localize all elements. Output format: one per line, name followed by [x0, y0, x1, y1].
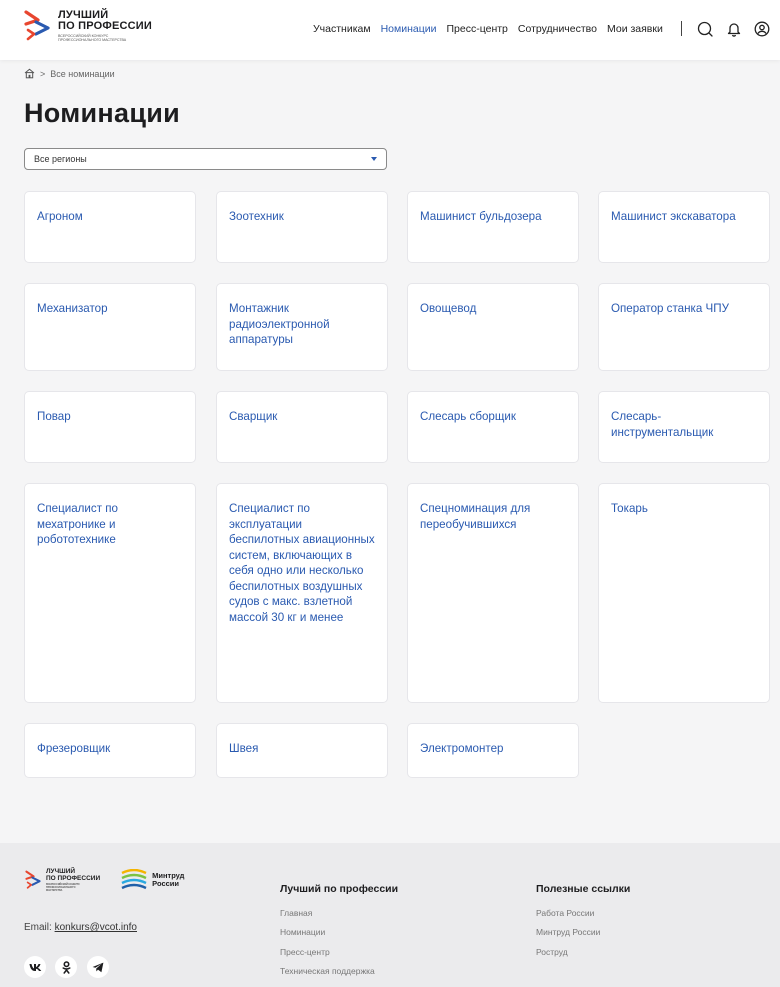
- nomination-label: Специалист по мехатронике и робототехник…: [37, 502, 118, 546]
- nav-press-center[interactable]: Пресс-центр: [446, 23, 507, 35]
- nomination-card[interactable]: Фрезеровщик: [24, 723, 196, 778]
- region-select-value: Все регионы: [34, 154, 87, 164]
- mintrud-line2: России: [152, 879, 180, 888]
- nav-participants[interactable]: Участникам: [313, 23, 371, 35]
- nomination-label: Повар: [37, 410, 71, 423]
- footer-link-rostrud[interactable]: Роструд: [536, 947, 568, 957]
- ok-icon[interactable]: [55, 956, 77, 978]
- nav-nominations[interactable]: Номинации: [381, 23, 437, 35]
- nomination-card[interactable]: Машинист бульдозера: [407, 191, 579, 263]
- site-footer: [0, 843, 780, 987]
- bell-icon[interactable]: [726, 21, 742, 37]
- breadcrumb: > Все номинации: [24, 68, 115, 79]
- footer-link-support[interactable]: Техническая поддержка: [280, 966, 375, 976]
- nomination-label: Фрезеровщик: [37, 742, 111, 755]
- footer-col2-title: Полезные ссылки: [536, 883, 631, 895]
- home-icon[interactable]: [24, 68, 35, 79]
- nomination-label: Слесарь сборщик: [420, 410, 516, 423]
- nomination-card[interactable]: Слесарь-инструментальщик: [598, 391, 770, 463]
- logo-line2: ПО ПРОФЕССИИ: [58, 20, 152, 32]
- nomination-label: Монтажник радиоэлектронной аппаратуры: [229, 302, 330, 346]
- footer-link-home[interactable]: Главная: [280, 908, 312, 918]
- nav-cooperation[interactable]: Сотрудничество: [518, 23, 597, 35]
- nomination-label: Зоотехник: [229, 210, 284, 223]
- nomination-label: Сварщик: [229, 410, 278, 423]
- site-header: ЛУЧШИЙ ПО ПРОФЕССИИ ВСЕРОССИЙСКИЙ КОНКУР…: [0, 0, 780, 60]
- nomination-label: Токарь: [611, 502, 648, 515]
- nomination-card[interactable]: Повар: [24, 391, 196, 463]
- nomination-card[interactable]: Машинист экскаватора: [598, 191, 770, 263]
- nomination-label: Слесарь-инструментальщик: [611, 410, 714, 439]
- nomination-card[interactable]: Электромонтер: [407, 723, 579, 778]
- nomination-label: Механизатор: [37, 302, 108, 315]
- email-link[interactable]: konkurs@vcot.info: [55, 922, 137, 933]
- nomination-card[interactable]: Токарь: [598, 483, 770, 703]
- telegram-icon[interactable]: [87, 956, 109, 978]
- nomination-card[interactable]: Овощевод: [407, 283, 579, 371]
- nomination-card[interactable]: Специалист по мехатронике и робототехник…: [24, 483, 196, 703]
- footer-link-mintrud[interactable]: Минтруд России: [536, 927, 600, 937]
- nomination-label: Машинист экскаватора: [611, 210, 736, 223]
- email-label: Email:: [24, 922, 52, 933]
- nomination-card[interactable]: Зоотехник: [216, 191, 388, 263]
- region-select[interactable]: Все регионы: [24, 148, 387, 170]
- vk-icon[interactable]: [24, 956, 46, 978]
- footer-email: Email: konkurs@vcot.info: [24, 922, 137, 933]
- nomination-label: Швея: [229, 742, 259, 755]
- nomination-card[interactable]: Специалист по эксплуатации беспилотных а…: [216, 483, 388, 703]
- site-logo[interactable]: ЛУЧШИЙ ПО ПРОФЕССИИ ВСЕРОССИЙСКИЙ КОНКУР…: [22, 10, 152, 42]
- nomination-card[interactable]: Агроном: [24, 191, 196, 263]
- footer-logo-subtitle: ВСЕРОССИЙСКИЙ КОНКУРС ПРОФЕССИОНАЛЬНОГО …: [46, 883, 80, 892]
- nomination-label: Спецноминация для переобучившихся: [420, 502, 531, 531]
- nomination-label: Машинист бульдозера: [420, 210, 542, 223]
- user-icon[interactable]: [754, 21, 770, 37]
- search-icon[interactable]: [697, 21, 713, 37]
- footer-logo-line1: ЛУЧШИЙ: [46, 868, 76, 875]
- nomination-label: Специалист по эксплуатации беспилотных а…: [229, 502, 375, 624]
- nomination-label: Оператор станка ЧПУ: [611, 302, 729, 315]
- nomination-card[interactable]: Механизатор: [24, 283, 196, 371]
- nomination-card[interactable]: Сварщик: [216, 391, 388, 463]
- logo-subtitle: ВСЕРОССИЙСКИЙ КОНКУРС ПРОФЕССИОНАЛЬНОГО …: [58, 34, 127, 42]
- logo-arrows-icon: [24, 10, 50, 41]
- footer-col1-title: Лучший по профессии: [280, 883, 399, 895]
- nomination-card[interactable]: Спецноминация для переобучившихся: [407, 483, 579, 703]
- footer-logos: ЛУЧШИЙ ПО ПРОФЕССИИ ВСЕРОССИЙСКИЙ КОНКУР…: [24, 868, 184, 892]
- logo-arrows-icon[interactable]: [24, 870, 42, 890]
- footer-link-rabota-rossii[interactable]: Работа России: [536, 908, 594, 918]
- mintrud-logo-icon[interactable]: [120, 869, 148, 891]
- main-nav: Участникам Номинации Пресс-центр Сотрудн…: [313, 23, 673, 35]
- chevron-down-icon: [371, 157, 377, 161]
- nomination-label: Электромонтер: [420, 742, 504, 755]
- nomination-label: Овощевод: [420, 302, 477, 315]
- nomination-card[interactable]: Слесарь сборщик: [407, 391, 579, 463]
- footer-link-press-center[interactable]: Пресс-центр: [280, 947, 330, 957]
- nomination-label: Агроном: [37, 210, 83, 223]
- footer-logo-line2: ПО ПРОФЕССИИ: [46, 875, 101, 882]
- breadcrumb-separator: >: [40, 68, 46, 79]
- nomination-card[interactable]: Швея: [216, 723, 388, 778]
- nomination-card[interactable]: Оператор станка ЧПУ: [598, 283, 770, 371]
- nav-my-applications[interactable]: Мои заявки: [607, 23, 663, 35]
- footer-link-nominations[interactable]: Номинации: [280, 927, 325, 937]
- page-title: Номинации: [24, 98, 181, 128]
- breadcrumb-current: Все номинации: [50, 68, 115, 79]
- nomination-card[interactable]: Монтажник радиоэлектронной аппаратуры: [216, 283, 388, 371]
- nav-divider: [681, 21, 682, 36]
